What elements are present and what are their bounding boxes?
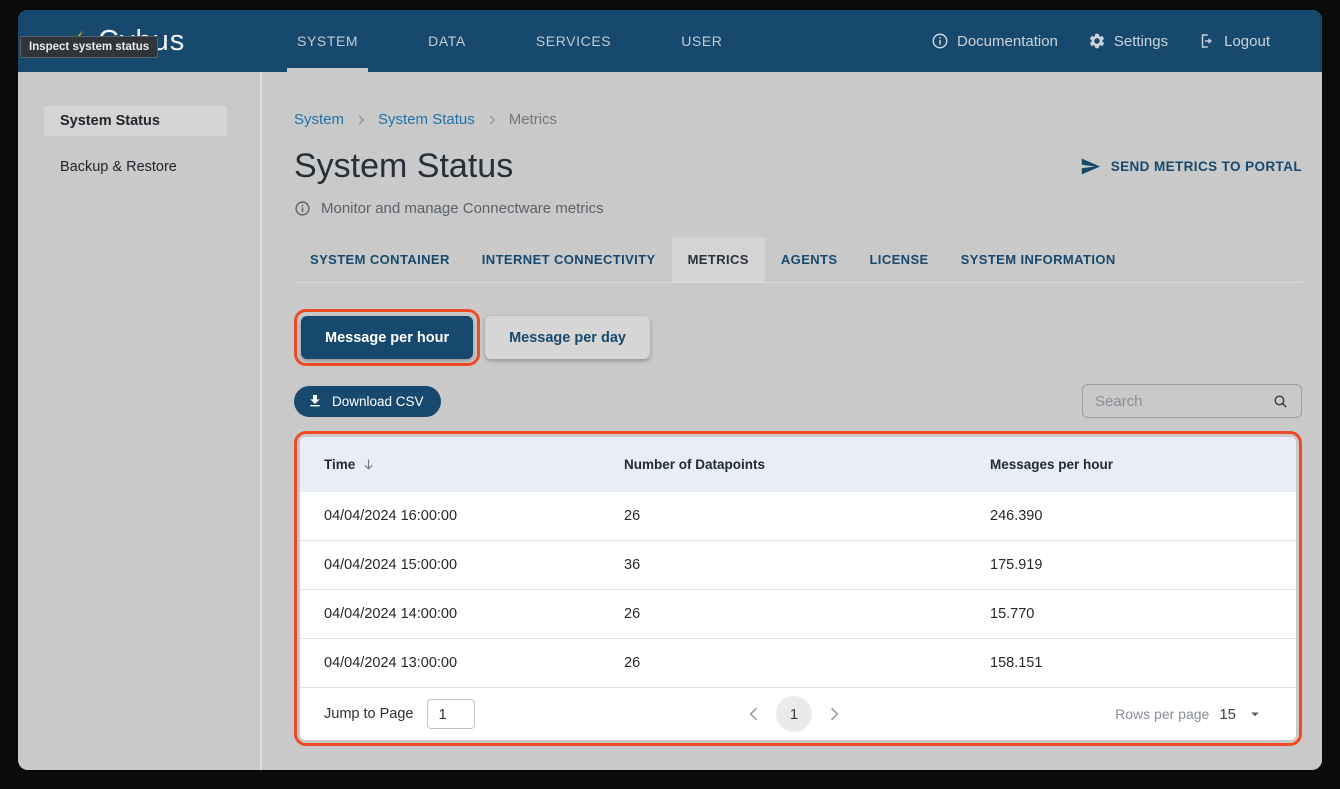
cell-time: 04/04/2024 13:00:00 (324, 655, 624, 671)
annotation-highlight-toggle: Message per hour (294, 309, 480, 366)
cell-messages: 158.151 (990, 655, 1296, 671)
page-title: System Status (294, 146, 513, 186)
settings-button[interactable]: Settings (1088, 32, 1168, 50)
nav-item-system[interactable]: SYSTEM (287, 10, 368, 72)
cell-messages: 15.770 (990, 606, 1296, 622)
jump-to-page: Jump to Page (324, 699, 744, 729)
toggle-message-per-day[interactable]: Message per day (485, 316, 650, 359)
cell-datapoints: 26 (624, 508, 990, 524)
sidebar-item-backup-restore[interactable]: Backup & Restore (44, 152, 242, 182)
column-header-messages[interactable]: Messages per hour (990, 457, 1296, 472)
breadcrumb-system-status[interactable]: System Status (378, 111, 475, 128)
cell-messages: 246.390 (990, 508, 1296, 524)
search-box[interactable] (1082, 384, 1302, 418)
nav-item-services[interactable]: SERVICES (526, 10, 621, 72)
cell-datapoints: 26 (624, 655, 990, 671)
table-footer: Jump to Page 1 (300, 688, 1296, 740)
tab-internet-connectivity[interactable]: INTERNET CONNECTIVITY (466, 237, 672, 282)
top-navbar: Cybus Inspect system status SYSTEM DATA … (18, 10, 1322, 72)
sidebar: System Status Backup & Restore (18, 72, 262, 770)
chevron-right-icon (354, 113, 368, 127)
info-icon (931, 32, 949, 50)
column-header-time[interactable]: Time (324, 457, 624, 472)
table-toolbar: Download CSV (294, 384, 1302, 418)
cell-datapoints: 26 (624, 606, 990, 622)
download-icon (307, 393, 323, 409)
rows-per-page-control[interactable]: Rows per page 15 (844, 705, 1264, 723)
breadcrumb: System System Status Metrics (294, 111, 1302, 128)
jump-to-page-input[interactable] (427, 699, 475, 729)
toggle-message-per-hour[interactable]: Message per hour (301, 316, 473, 359)
search-icon[interactable] (1272, 393, 1289, 410)
main-nav: SYSTEM DATA SERVICES USER (287, 10, 733, 72)
tab-agents[interactable]: AGENTS (765, 237, 854, 282)
table-row: 04/04/2024 15:00:00 36 175.919 (300, 541, 1296, 590)
jump-to-page-label: Jump to Page (324, 706, 413, 722)
next-page-button[interactable] (824, 704, 844, 724)
table-row: 04/04/2024 16:00:00 26 246.390 (300, 492, 1296, 541)
table-row: 04/04/2024 13:00:00 26 158.151 (300, 639, 1296, 688)
navbar-actions: Documentation Settings Logout (931, 10, 1270, 72)
app-body: System Status Backup & Restore System Sy… (18, 72, 1322, 770)
column-header-datapoints[interactable]: Number of Datapoints (624, 457, 990, 472)
app-window: Cybus Inspect system status SYSTEM DATA … (18, 10, 1322, 770)
download-csv-button[interactable]: Download CSV (294, 386, 441, 417)
rows-per-page-value: 15 (1219, 706, 1236, 723)
cell-messages: 175.919 (990, 557, 1296, 573)
title-row: System Status SEND METRICS TO PORTAL (294, 146, 1302, 186)
logout-button[interactable]: Logout (1198, 32, 1270, 50)
pager: 1 (744, 696, 844, 732)
toggle-row: Message per hour Message per day (294, 309, 1302, 366)
cell-time: 04/04/2024 14:00:00 (324, 606, 624, 622)
table-row: 04/04/2024 14:00:00 26 15.770 (300, 590, 1296, 639)
documentation-button[interactable]: Documentation (931, 32, 1058, 50)
breadcrumb-metrics: Metrics (509, 111, 557, 128)
tab-system-information[interactable]: SYSTEM INFORMATION (945, 237, 1132, 282)
nav-item-user[interactable]: USER (671, 10, 732, 72)
metrics-tabs: SYSTEM CONTAINER INTERNET CONNECTIVITY M… (294, 237, 1302, 283)
main-content: System System Status Metrics System Stat… (262, 72, 1322, 770)
send-metrics-button[interactable]: SEND METRICS TO PORTAL (1080, 156, 1302, 177)
metrics-table: Time Number of Datapoints Messages per h… (300, 437, 1296, 740)
sidebar-item-system-status[interactable]: System Status (44, 106, 227, 136)
table-header-row: Time Number of Datapoints Messages per h… (300, 437, 1296, 492)
logout-icon (1198, 32, 1216, 50)
breadcrumb-system[interactable]: System (294, 111, 344, 128)
nav-item-data[interactable]: DATA (418, 10, 476, 72)
tab-metrics[interactable]: METRICS (672, 237, 765, 282)
tooltip: Inspect system status (20, 36, 158, 58)
tab-system-container[interactable]: SYSTEM CONTAINER (294, 237, 466, 282)
chevron-right-icon (824, 704, 844, 724)
current-page-button[interactable]: 1 (776, 696, 812, 732)
gear-icon (1088, 32, 1106, 50)
tab-license[interactable]: LICENSE (853, 237, 944, 282)
annotation-highlight-table: Time Number of Datapoints Messages per h… (294, 431, 1302, 746)
send-icon (1080, 156, 1101, 177)
search-input[interactable] (1095, 393, 1264, 410)
caret-down-icon (1246, 705, 1264, 723)
cell-time: 04/04/2024 15:00:00 (324, 557, 624, 573)
cell-time: 04/04/2024 16:00:00 (324, 508, 624, 524)
sort-descending-icon (361, 457, 376, 472)
chevron-left-icon (744, 704, 764, 724)
rows-per-page-label: Rows per page (1115, 706, 1209, 722)
previous-page-button[interactable] (744, 704, 764, 724)
cell-datapoints: 36 (624, 557, 990, 573)
info-icon (294, 200, 311, 217)
chevron-right-icon (485, 113, 499, 127)
page-subtitle: Monitor and manage Connectware metrics (294, 200, 1302, 217)
